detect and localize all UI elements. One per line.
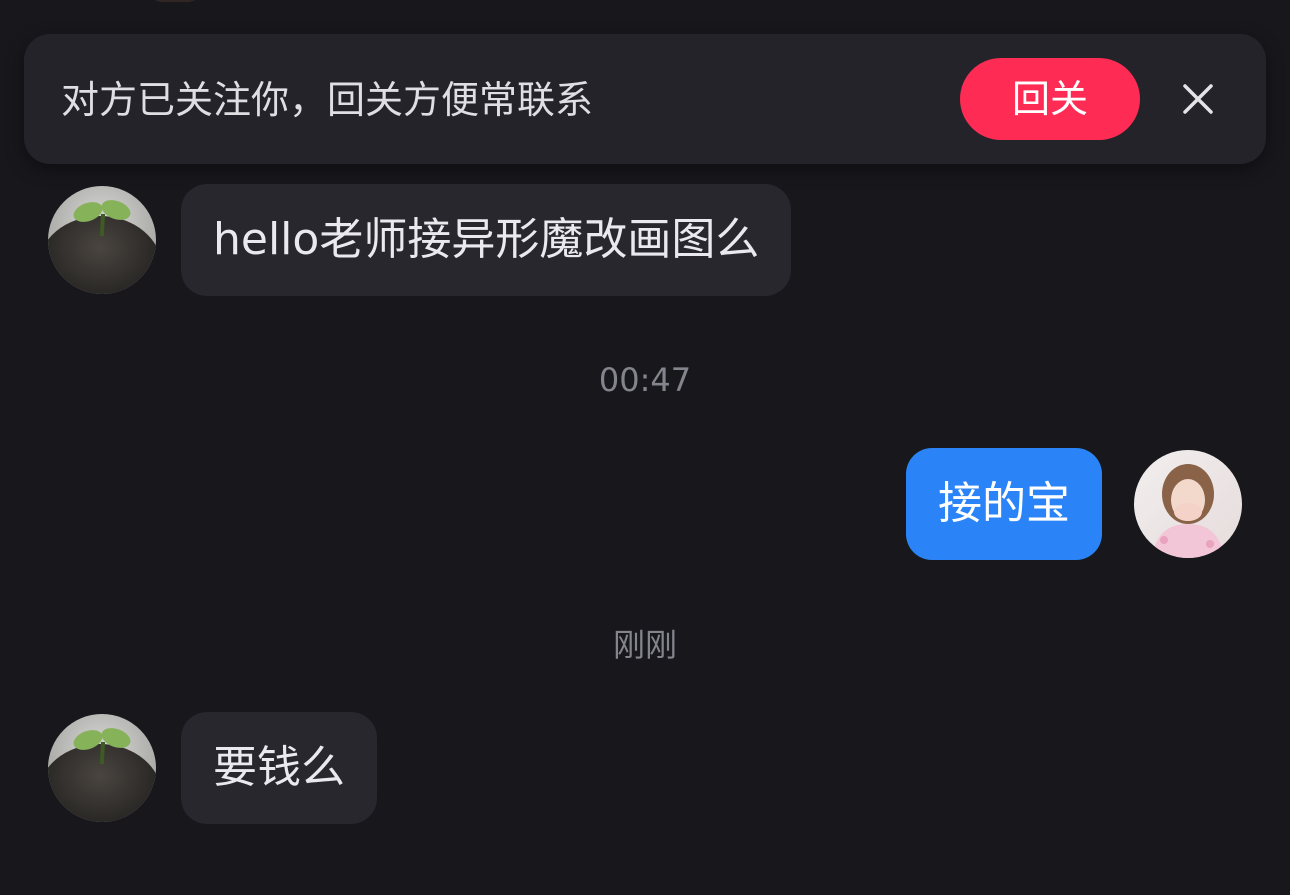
sprout-hair-avatar-icon	[48, 714, 156, 822]
message-bubble-incoming[interactable]: 要钱么	[181, 712, 377, 824]
message-bubble-outgoing[interactable]: 接的宝	[906, 448, 1102, 560]
girl-photo-avatar-icon	[1134, 450, 1242, 558]
sender-avatar[interactable]	[48, 186, 156, 294]
follow-back-prompt: 对方已关注你，回关方便常联系	[61, 78, 594, 122]
message-bubble-incoming[interactable]: hello老师接异形魔改画图么	[181, 184, 792, 296]
message-timestamp: 00:47	[598, 361, 692, 399]
close-icon[interactable]	[1174, 75, 1222, 123]
follow-back-banner: 对方已关注你，回关方便常联系 回关	[24, 34, 1266, 164]
scrolled-avatar-edge	[148, 0, 202, 2]
sprout-hair-avatar-icon	[48, 186, 156, 294]
message-timestamp: 刚刚	[612, 626, 677, 664]
sender-avatar[interactable]	[48, 714, 156, 822]
my-avatar[interactable]	[1134, 450, 1242, 558]
chat-screen: 对方已关注你，回关方便常联系 回关 hello老师接异形魔改画图么 00:47 …	[0, 0, 1290, 895]
follow-back-button[interactable]: 回关	[960, 58, 1140, 140]
